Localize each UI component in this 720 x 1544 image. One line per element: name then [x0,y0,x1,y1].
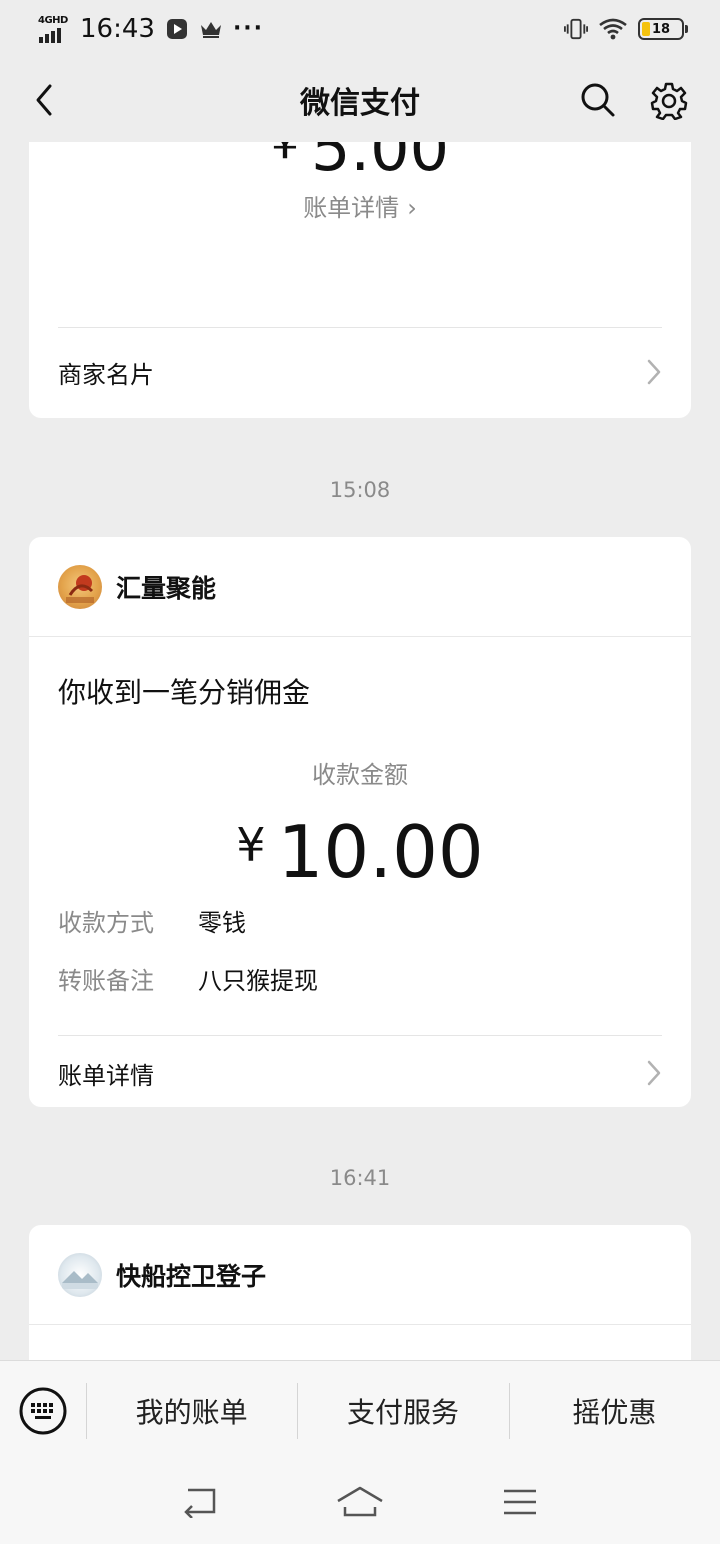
settings-button[interactable] [646,78,692,124]
timestamp: 15:08 [329,478,391,502]
payment-method-row: 收款方式 零钱 [58,909,246,937]
menu-icon [504,1489,536,1515]
wifi-icon [598,17,628,41]
vibrate-icon [564,17,588,41]
chevron-right-icon: › [407,194,417,222]
back-button[interactable] [22,78,66,122]
timestamp: 16:41 [329,1166,391,1190]
page-title: 微信支付 [300,86,420,121]
payment-card-previous: ¥5.00 账单详情 › 商家名片 [29,142,691,418]
battery-level: 18 [651,21,671,37]
merchant-header[interactable]: 汇量聚能 [29,537,691,637]
gear-icon [650,82,688,120]
network-type: 4GHD [38,15,68,26]
return-icon [184,1488,216,1518]
home-icon [337,1486,383,1517]
menu-my-bills[interactable]: 我的账单 [86,1361,297,1461]
keyboard-icon [19,1387,67,1434]
transfer-remark-row: 转账备注 八只猴提现 [58,967,318,995]
chevron-right-icon [647,359,661,385]
search-icon [581,83,615,117]
amount-label: 收款金额 [312,761,408,789]
search-button[interactable] [576,78,620,122]
nav-bar: 微信支付 [0,58,720,142]
amount-previous: ¥5.00 [270,142,450,185]
merchant-name: 快船控卫登子 [116,1261,267,1291]
chevron-right-icon [647,1060,661,1086]
back-icon [36,84,52,116]
menu-payment-services[interactable]: 支付服务 [297,1361,508,1461]
system-back-button[interactable] [175,1482,225,1522]
battery-icon: 18 [638,18,688,40]
status-right: 18 [564,17,688,41]
video-app-icon [165,17,189,41]
system-nav-bar [0,1460,720,1544]
divider [58,1035,662,1036]
bill-detail-link[interactable]: 账单详情 [58,1043,662,1103]
keyboard-toggle-button[interactable] [0,1361,86,1461]
system-menu-button[interactable] [495,1482,545,1522]
merchant-name: 汇量聚能 [116,573,217,603]
crown-icon [199,17,223,41]
bottom-menu: 我的账单 支付服务 摇优惠 [0,1360,720,1460]
divider [58,327,662,328]
amount-value: ¥10.00 [236,810,484,894]
merchant-header[interactable]: 快船控卫登子 [29,1225,691,1325]
status-time: 16:43 [80,14,155,44]
payment-card-commission: 汇量聚能 你收到一笔分销佣金 收款金额 ¥10.00 收款方式 零钱 转账备注 … [29,537,691,1107]
menu-shake-offers[interactable]: 摇优惠 [508,1361,720,1461]
merchant-card-link[interactable]: 商家名片 [58,342,662,402]
merchant-avatar [58,564,102,609]
more-notifications: ··· [232,16,265,41]
system-home-button[interactable] [335,1482,385,1522]
merchant-avatar [58,1252,102,1297]
message-title: 你收到一笔分销佣金 [58,676,311,709]
signal-icon: 4GHD [38,15,70,43]
status-left: 4GHD 16:43 ··· [38,14,264,44]
message-list[interactable]: ¥5.00 账单详情 › 商家名片 15:08 汇量聚能 你收到一笔分销佣金 收款… [0,142,720,1360]
bill-detail-link-previous[interactable]: 账单详情 › [29,188,691,223]
payment-card-next: 快船控卫登子 [29,1225,691,1360]
status-bar: 4GHD 16:43 ··· 18 [0,0,720,58]
